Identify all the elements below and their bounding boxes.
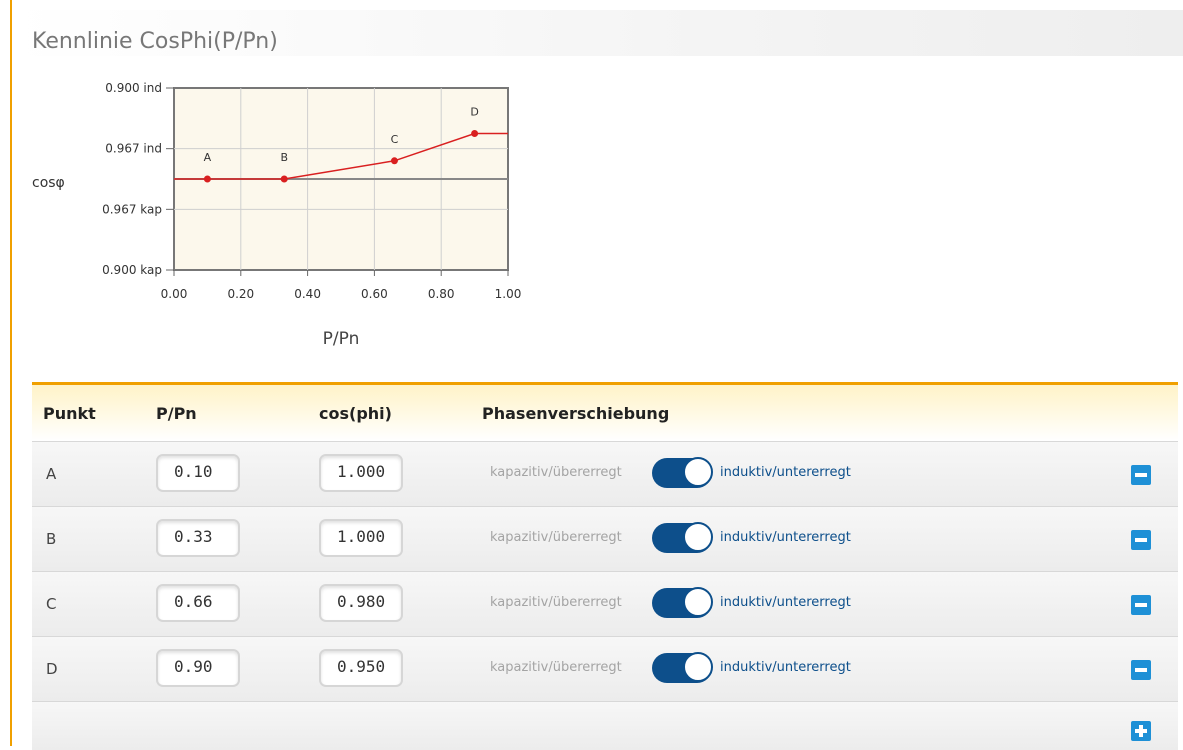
y-tick-label: 0.967 ind	[105, 142, 162, 156]
remove-point-button[interactable]	[1131, 465, 1151, 485]
capacitive-label: kapazitiv/übererregt	[490, 660, 622, 675]
cosphi-panel: Kennlinie CosPhi(P/Pn) 0.900 ind 0.967 in…	[12, 0, 1183, 750]
phase-toggle[interactable]	[652, 522, 713, 553]
curve-point	[280, 175, 288, 183]
point-label: D	[46, 660, 58, 678]
title-bar: Kennlinie CosPhi(P/Pn)	[12, 10, 1183, 56]
toggle-knob	[683, 652, 713, 682]
curve-point	[203, 175, 211, 183]
phase-toggle[interactable]	[652, 587, 713, 618]
points-table: Punkt P/Pn cos(phi) Phasenverschiebung A…	[32, 382, 1178, 750]
remove-point-button[interactable]	[1131, 660, 1151, 680]
header-cosphi: cos(phi)	[319, 404, 392, 423]
y-axis-ticks: 0.900 ind 0.967 ind 0.967 kap 0.900 kap	[102, 81, 174, 277]
page-title: Kennlinie CosPhi(P/Pn)	[32, 29, 278, 54]
point-letter: A	[204, 151, 212, 164]
y-tick-label: 0.900 ind	[105, 81, 162, 95]
point-letter: B	[280, 151, 288, 164]
toggle-knob	[683, 522, 713, 552]
inductive-label: induktiv/untererregt	[720, 660, 851, 675]
cosphi-chart: 0.900 ind 0.967 ind 0.967 kap 0.900 kap 0.0…	[32, 81, 522, 349]
point-label: C	[46, 595, 57, 613]
table-footer	[32, 701, 1178, 750]
phase-toggle[interactable]	[652, 457, 713, 488]
y-axis-label: cosφ	[32, 175, 65, 191]
header-punkt: Punkt	[43, 404, 96, 423]
capacitive-label: kapazitiv/übererregt	[490, 465, 622, 480]
x-tick-label: 0.20	[227, 287, 254, 301]
x-tick-label: 1.00	[495, 287, 522, 301]
phase-toggle[interactable]	[652, 652, 713, 683]
x-tick-label: 0.40	[294, 287, 321, 301]
curve-point	[471, 130, 479, 137]
cosphi-input[interactable]: 0.950	[319, 649, 403, 687]
header-phase: Phasenverschiebung	[482, 404, 670, 423]
inductive-label: induktiv/untererregt	[720, 465, 851, 480]
curve-point	[390, 157, 398, 165]
point-letter: D	[470, 106, 478, 119]
remove-point-button[interactable]	[1131, 530, 1151, 550]
capacitive-label: kapazitiv/übererregt	[490, 530, 622, 545]
ppn-input[interactable]: 0.33	[156, 519, 240, 557]
x-axis-label: P/Pn	[323, 329, 360, 349]
point-label: B	[46, 530, 57, 548]
table-row: C 0.66 0.980 kapazitiv/übererregt indukt…	[32, 571, 1178, 636]
point-letter: C	[391, 133, 399, 146]
toggle-knob	[683, 587, 713, 617]
ppn-input[interactable]: 0.90	[156, 649, 240, 687]
inductive-label: induktiv/untererregt	[720, 530, 851, 545]
ppn-input[interactable]: 0.66	[156, 584, 240, 622]
remove-point-button[interactable]	[1131, 595, 1151, 615]
table-header: Punkt P/Pn cos(phi) Phasenverschiebung	[32, 382, 1178, 441]
x-tick-label: 0.00	[161, 287, 188, 301]
cosphi-input[interactable]: 1.000	[319, 519, 403, 557]
capacitive-label: kapazitiv/übererregt	[490, 595, 622, 610]
toggle-knob	[683, 457, 713, 487]
inductive-label: induktiv/untererregt	[720, 595, 851, 610]
table-row: D 0.90 0.950 kapazitiv/übererregt indukt…	[32, 636, 1178, 701]
add-point-button[interactable]	[1131, 721, 1151, 741]
x-tick-label: 0.60	[361, 287, 388, 301]
ppn-input[interactable]: 0.10	[156, 454, 240, 492]
header-ppn: P/Pn	[156, 404, 197, 423]
y-tick-label: 0.967 kap	[102, 202, 162, 216]
table-row: B 0.33 1.000 kapazitiv/übererregt indukt…	[32, 506, 1178, 571]
y-tick-label: 0.900 kap	[102, 263, 162, 277]
x-tick-label: 0.80	[428, 287, 455, 301]
table-row: A 0.10 1.000 kapazitiv/übererregt indukt…	[32, 441, 1178, 506]
point-label: A	[46, 465, 57, 483]
x-axis-ticks: 0.00 0.20 0.40 0.60 0.80 1.00	[161, 270, 522, 301]
cosphi-input[interactable]: 0.980	[319, 584, 403, 622]
cosphi-input[interactable]: 1.000	[319, 454, 403, 492]
